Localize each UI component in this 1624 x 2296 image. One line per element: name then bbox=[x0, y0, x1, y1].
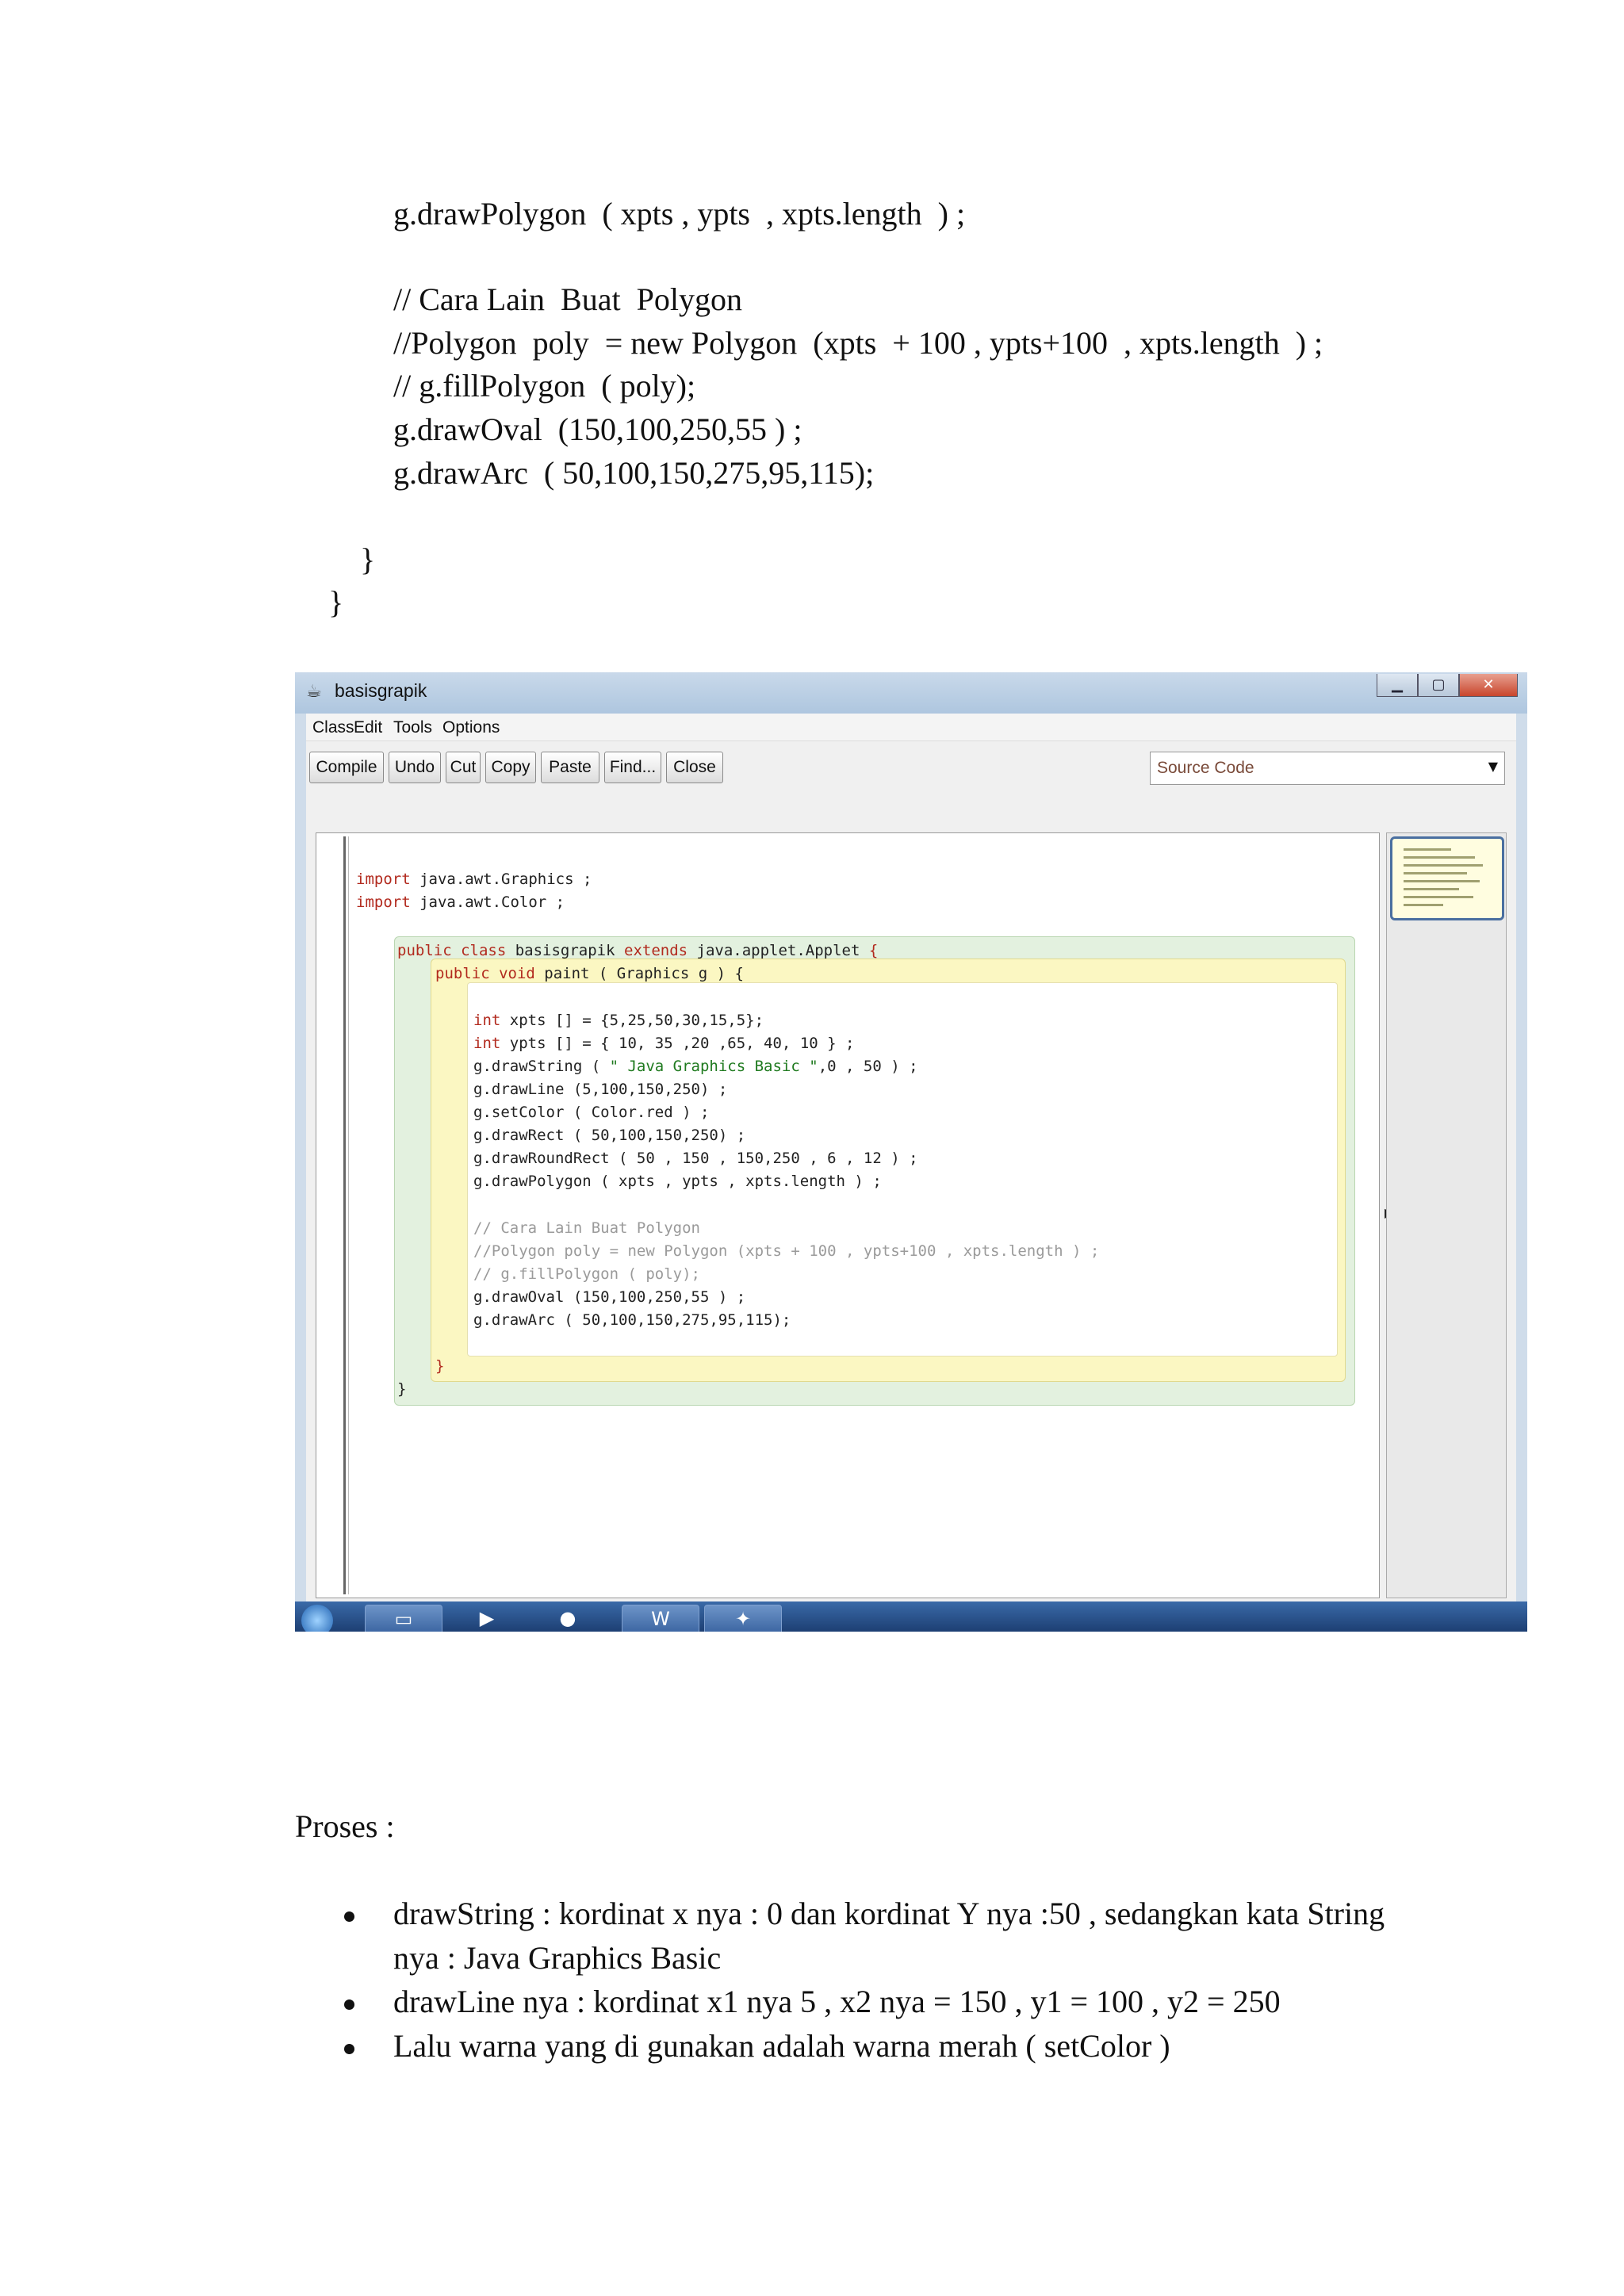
find-button[interactable]: Find... bbox=[604, 752, 661, 783]
paste-button[interactable]: Paste bbox=[541, 752, 599, 783]
media-player-icon[interactable]: ▶ bbox=[449, 1605, 525, 1632]
code-line: int ypts [] = { 10, 35 ,20 ,65, 40, 10 }… bbox=[473, 1035, 855, 1052]
code-line: } bbox=[435, 1357, 445, 1375]
code-line: public void paint ( Graphics g ) { bbox=[435, 965, 744, 982]
menu-class[interactable]: Class bbox=[312, 718, 354, 737]
menu-tools[interactable]: Tools bbox=[393, 718, 432, 737]
code-line: g.setColor ( Color.red ) ; bbox=[473, 1104, 710, 1121]
compile-button[interactable]: Compile bbox=[309, 752, 384, 783]
menu-edit[interactable]: Edit bbox=[354, 718, 382, 737]
windows-start-icon[interactable] bbox=[301, 1605, 333, 1632]
bluej-icon[interactable]: ✦ bbox=[704, 1605, 782, 1632]
window-content: Class Edit Tools Options Compile Undo Cu… bbox=[306, 714, 1516, 1632]
code-line: // g.fillPolygon ( poly); bbox=[393, 368, 696, 404]
toolbar: Compile Undo Cut Copy Paste Find... Clos… bbox=[306, 745, 1516, 788]
code-line: import java.awt.Graphics ; bbox=[356, 871, 592, 888]
java-cup-icon: ☕ bbox=[306, 682, 322, 702]
code-line: public class basisgrapik extends java.ap… bbox=[397, 942, 879, 959]
bullet-text: Lalu warna yang di gunakan adalah warna … bbox=[393, 2028, 1170, 2064]
bullet-text: drawString : kordinat x nya : 0 dan kord… bbox=[393, 1896, 1385, 1931]
code-line: } bbox=[397, 1380, 407, 1398]
code-thumbnail[interactable] bbox=[1390, 836, 1504, 920]
bullet-text: drawLine nya : kordinat x1 nya 5 , x2 ny… bbox=[393, 1984, 1281, 2019]
code-comment: // Cara Lain Buat Polygon bbox=[473, 1219, 700, 1237]
view-select-value: Source Code bbox=[1157, 759, 1254, 777]
undo-button[interactable]: Undo bbox=[389, 752, 441, 783]
minimize-button[interactable]: ▁ bbox=[1377, 674, 1418, 697]
editor-gutter-line bbox=[348, 836, 349, 1594]
bullet-text: nya : Java Graphics Basic bbox=[393, 1940, 722, 1976]
cut-button[interactable]: Cut bbox=[446, 752, 481, 783]
menu-options[interactable]: Options bbox=[442, 718, 500, 737]
maximize-button[interactable]: ▢ bbox=[1418, 674, 1459, 697]
editor-gutter bbox=[343, 836, 346, 1594]
taskbar: ▭ ▶ ● W ✦ bbox=[295, 1601, 1527, 1632]
code-line: import java.awt.Color ; bbox=[356, 894, 565, 911]
code-comment: // g.fillPolygon ( poly); bbox=[473, 1265, 700, 1283]
code-line: } bbox=[328, 584, 344, 620]
bullet-dot bbox=[344, 1999, 354, 2010]
bullet-dot bbox=[344, 1911, 354, 1922]
firefox-icon[interactable]: ● bbox=[530, 1605, 606, 1632]
code-line: g.drawRect ( 50,100,150,250) ; bbox=[473, 1127, 746, 1144]
code-line: g.drawArc ( 50,100,150,275,95,115); bbox=[473, 1311, 791, 1329]
code-line: g.drawArc ( 50,100,150,275,95,115); bbox=[393, 455, 875, 491]
close-window-button[interactable]: ✕ bbox=[1459, 674, 1518, 697]
window-title: basisgrapik bbox=[335, 680, 427, 701]
folder-icon[interactable]: ▭ bbox=[365, 1605, 442, 1632]
code-comment: //Polygon poly = new Polygon (xpts + 100… bbox=[473, 1242, 1100, 1260]
window-controls: ▁ ▢ ✕ bbox=[1377, 674, 1518, 698]
view-select[interactable]: Source Code ▼ bbox=[1150, 752, 1505, 785]
copy-button[interactable]: Copy bbox=[485, 752, 536, 783]
code-line: g.drawLine (5,100,150,250) ; bbox=[473, 1081, 728, 1098]
menu-bar: Class Edit Tools Options bbox=[306, 714, 1516, 741]
code-line: g.drawString ( " Java Graphics Basic ",0… bbox=[473, 1058, 918, 1075]
code-line: g.drawPolygon ( xpts , ypts , xpts.lengt… bbox=[393, 196, 966, 232]
code-line: // Cara Lain Buat Polygon bbox=[393, 281, 742, 317]
code-line: int xpts [] = {5,25,50,30,15,5}; bbox=[473, 1012, 764, 1029]
section-heading: Proses : bbox=[295, 1808, 395, 1844]
close-button[interactable]: Close bbox=[666, 752, 723, 783]
chevron-down-icon: ▼ bbox=[1488, 759, 1498, 774]
code-line: g.drawRoundRect ( 50 , 150 , 150,250 , 6… bbox=[473, 1150, 918, 1167]
bullet-dot bbox=[344, 2044, 354, 2054]
navigation-view[interactable] bbox=[1386, 832, 1507, 1598]
code-line: //Polygon poly = new Polygon (xpts + 100… bbox=[393, 325, 1323, 361]
code-line: g.drawPolygon ( xpts , ypts , xpts.lengt… bbox=[473, 1173, 882, 1190]
window-titlebar: ☕ basisgrapik ▁ ▢ ✕ bbox=[295, 672, 1527, 714]
word-icon[interactable]: W bbox=[622, 1605, 699, 1632]
code-line: g.drawOval (150,100,250,55 ) ; bbox=[393, 411, 802, 447]
code-editor[interactable]: import java.awt.Graphics ; import java.a… bbox=[316, 832, 1380, 1598]
code-line: g.drawOval (150,100,250,55 ) ; bbox=[473, 1288, 746, 1306]
code-line: } bbox=[360, 541, 376, 577]
editor-window-screenshot: ☕ basisgrapik ▁ ▢ ✕ Class Edit Tools Opt… bbox=[295, 672, 1527, 1632]
